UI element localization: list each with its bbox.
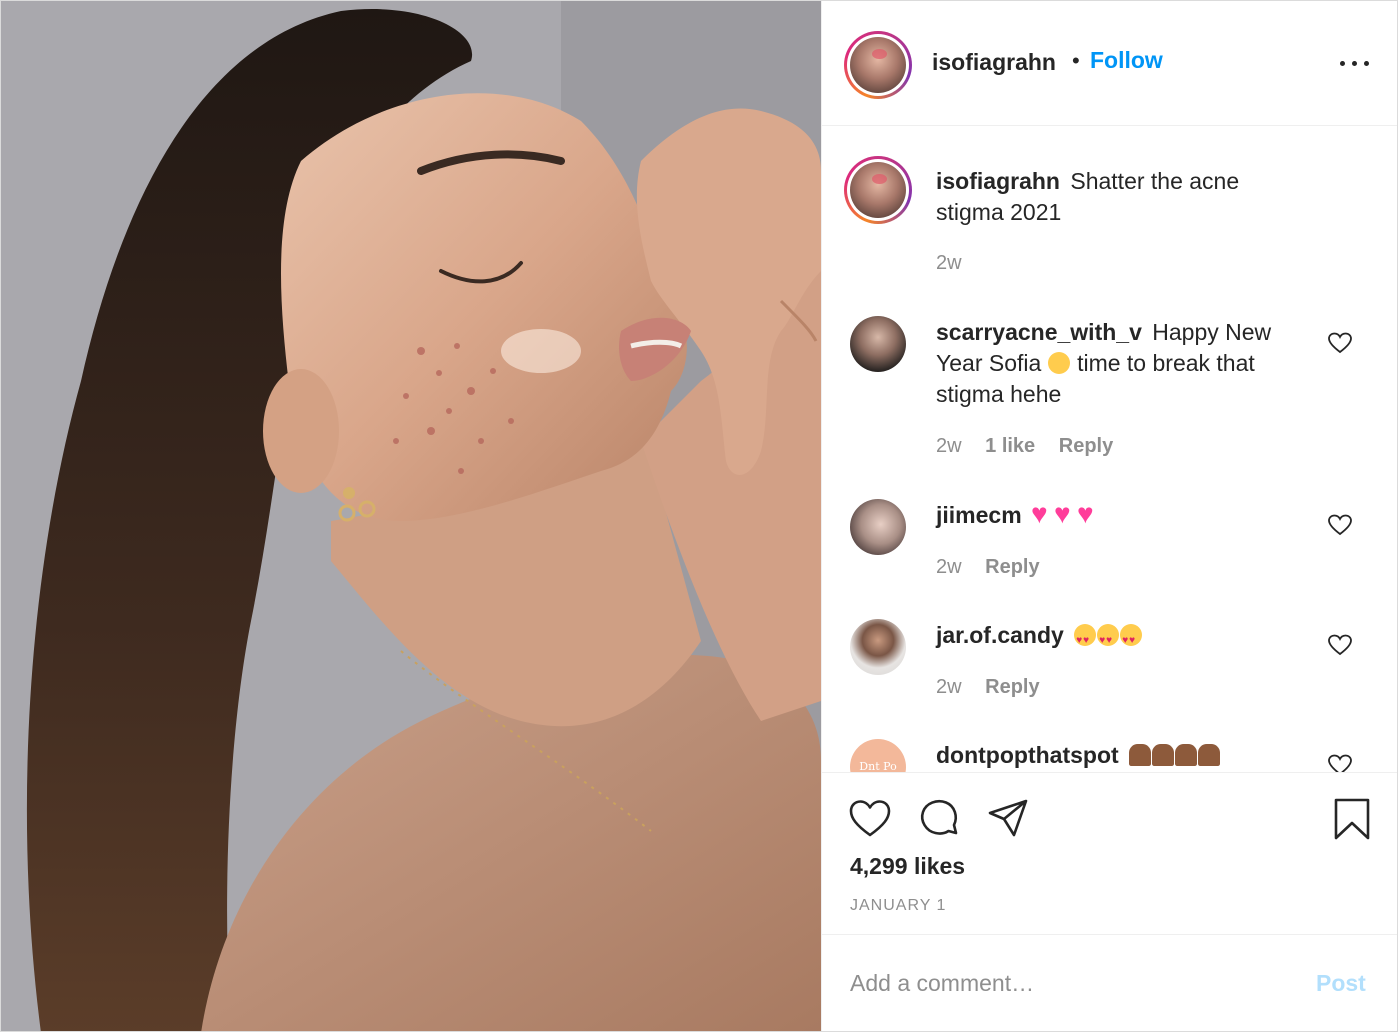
comment-input[interactable] [850,965,1290,1001]
reply-button[interactable]: Reply [1059,435,1113,457]
sparkling-heart-emoji [1031,498,1101,529]
commenter-avatar[interactable] [850,316,906,372]
comment-meta: 2w Reply [936,676,1058,699]
like-comment-heart-icon[interactable] [1328,332,1352,354]
comment-item: scarryacne_with_v Happy New Year Sofia t… [822,316,1397,466]
post-modal: isofiagrahn • Follow isofiagrahn Shatter… [0,0,1398,1032]
comment-likes-link[interactable]: 1 like [985,435,1035,457]
photo-illustration [1,1,821,1031]
post-photo[interactable] [1,1,821,1031]
heart-eyes-emoji [1074,622,1143,656]
like-comment-heart-icon[interactable] [1328,514,1352,536]
commenter-username[interactable]: jar.of.candy [936,622,1064,648]
caption-meta: 2w [936,252,980,275]
post-side-panel: isofiagrahn • Follow isofiagrahn Shatter… [821,1,1397,1031]
comment-time: 2w [936,435,962,457]
reply-button[interactable]: Reply [985,556,1039,578]
post-actions: 4,299 likes JANUARY 1 [822,772,1397,934]
commenter-avatar[interactable] [850,619,906,675]
comment-time: 2w [936,676,962,698]
like-comment-heart-icon[interactable] [1328,754,1352,772]
caption-time: 2w [936,252,962,274]
comment-icon[interactable] [918,797,962,841]
commenter-username[interactable]: scarryacne_with_v [936,319,1142,345]
caption-avatar[interactable] [844,156,912,224]
commenter-username[interactable]: jiimecm [936,502,1022,528]
comment-meta: 2w 1 like Reply [936,435,1131,458]
comment-meta: 2w Reply [936,556,1058,579]
praying-hands-emoji [1129,742,1221,768]
commenter-username[interactable]: dontpopthatspot [936,742,1119,768]
author-avatar[interactable] [844,31,912,99]
likes-count[interactable]: 4,299 likes [850,853,965,880]
like-comment-heart-icon[interactable] [1328,634,1352,656]
add-comment-bar: Post [822,934,1397,1031]
share-icon[interactable] [986,797,1030,841]
post-comment-button[interactable]: Post [1316,970,1366,997]
commenter-avatar[interactable]: Dnt Po [850,739,906,772]
kissing-face-emoji [1047,352,1070,374]
comment-item: jar.of.candy 2w Reply [822,619,1397,719]
post-date[interactable]: JANUARY 1 [850,897,946,915]
caption: isofiagrahn Shatter the acne stigma 2021… [822,126,1397,296]
post-header: isofiagrahn • Follow [822,1,1397,126]
separator-dot: • [1072,48,1080,73]
comment-item: jiimecm 2w Reply [822,498,1397,599]
comment-item: Dnt Po dontpopthatspot [822,739,1397,772]
author-username[interactable]: isofiagrahn [932,49,1056,76]
commenter-avatar[interactable] [850,499,906,555]
heart-icon[interactable] [848,797,892,841]
follow-button[interactable]: Follow [1090,47,1163,74]
caption-username[interactable]: isofiagrahn [936,168,1060,194]
bookmark-icon[interactable] [1330,797,1374,841]
comment-time: 2w [936,556,962,578]
more-options-icon[interactable] [1338,51,1372,75]
comments-list[interactable]: isofiagrahn Shatter the acne stigma 2021… [822,126,1397,772]
reply-button[interactable]: Reply [985,676,1039,698]
